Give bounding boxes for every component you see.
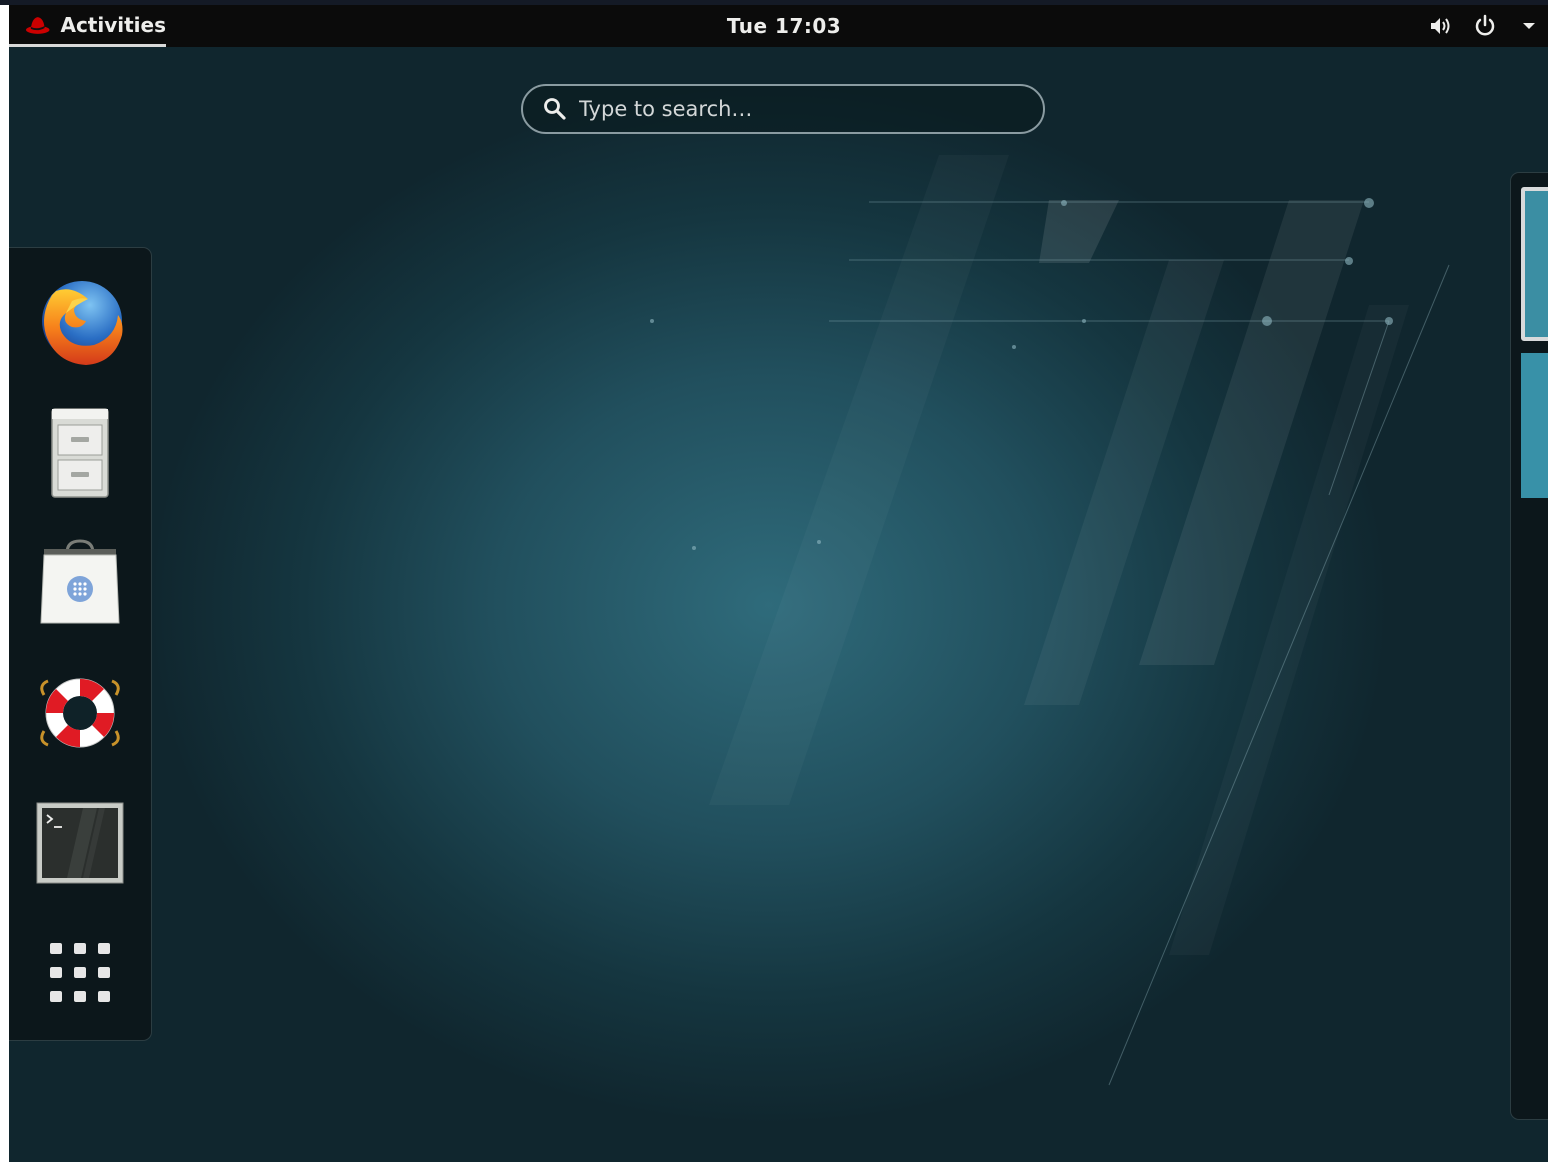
- volume-icon[interactable]: [1428, 13, 1454, 39]
- search-input[interactable]: [577, 96, 1043, 122]
- system-tray[interactable]: [1428, 5, 1542, 47]
- redhat-logo-icon: [25, 16, 50, 34]
- wallpaper-decoration: [650, 198, 1450, 1086]
- dash-item-files[interactable]: [27, 400, 133, 506]
- power-icon[interactable]: [1472, 13, 1498, 39]
- workspace-switcher: [1510, 172, 1548, 1120]
- dash-item-firefox[interactable]: [27, 270, 133, 376]
- dash: [9, 247, 152, 1041]
- firefox-icon: [42, 281, 123, 365]
- show-applications-icon: [50, 943, 110, 1002]
- clock[interactable]: Tue 17:03: [699, 5, 869, 47]
- workspace-thumbnail[interactable]: [1521, 353, 1548, 498]
- gnome-desktop: Activities Tue 17:03: [9, 5, 1548, 1162]
- help-icon: [40, 678, 120, 748]
- dash-item-software[interactable]: [27, 530, 133, 636]
- activities-label: Activities: [60, 12, 166, 37]
- dash-item-terminal[interactable]: [27, 790, 133, 896]
- search-icon: [544, 98, 566, 120]
- workspace-thumbnail-active[interactable]: [1521, 187, 1548, 341]
- activities-button[interactable]: Activities: [9, 5, 166, 47]
- files-icon: [51, 408, 109, 498]
- terminal-icon: [36, 802, 124, 884]
- show-applications-button[interactable]: [27, 920, 133, 1026]
- software-icon: [40, 539, 120, 624]
- top-bar: Activities Tue 17:03: [9, 5, 1548, 47]
- search-box[interactable]: [521, 84, 1045, 134]
- dash-item-help[interactable]: [27, 660, 133, 766]
- dropdown-arrow-icon[interactable]: [1516, 13, 1542, 39]
